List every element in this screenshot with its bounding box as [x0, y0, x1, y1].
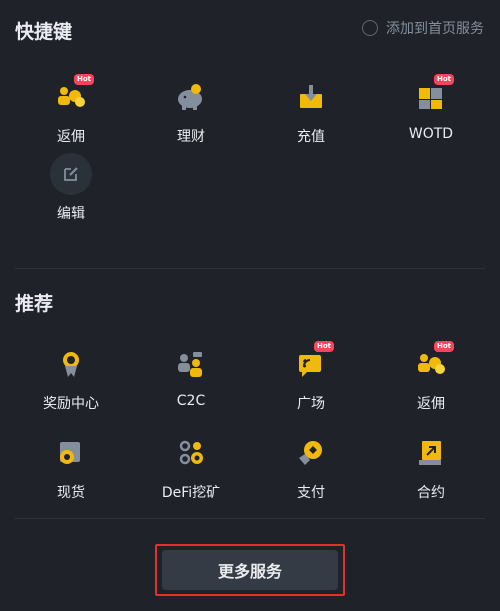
- section-divider: [15, 518, 485, 519]
- futures-icon: [410, 432, 452, 474]
- rebate-icon: Hot: [410, 341, 454, 385]
- spot-icon: [50, 432, 92, 474]
- recommended-rebate[interactable]: Hot 返佣: [376, 341, 486, 413]
- shortcut-wealth[interactable]: 理财: [136, 76, 246, 146]
- recommended-square[interactable]: Hot 广场: [256, 341, 366, 413]
- radio-icon[interactable]: [362, 20, 378, 36]
- shortcut-wotd[interactable]: Hot WOTD: [376, 74, 486, 142]
- section-divider: [15, 268, 485, 269]
- more-services-button[interactable]: 更多服务: [162, 550, 338, 590]
- reward-medal-icon: [50, 343, 92, 385]
- recommended-futures[interactable]: 合约: [376, 432, 486, 502]
- shortcut-label: WOTD: [408, 126, 454, 142]
- deposit-icon: [290, 76, 332, 118]
- wotd-icon: Hot: [410, 74, 454, 118]
- shortcut-label: 理财: [177, 129, 205, 145]
- defi-mining-icon: [170, 432, 212, 474]
- add-to-home-toggle[interactable]: 添加到首页服务: [362, 18, 484, 38]
- pay-icon: [290, 432, 332, 474]
- recommended-label: 合约: [417, 485, 445, 501]
- shortcut-rebate[interactable]: Hot 返佣: [16, 74, 126, 146]
- recommended-defi-mining[interactable]: DeFi挖矿: [136, 432, 246, 502]
- recommended-label: 支付: [297, 485, 325, 501]
- hot-badge: Hot: [73, 74, 94, 85]
- shortcut-deposit[interactable]: 充值: [256, 76, 366, 146]
- recommended-pay[interactable]: 支付: [256, 432, 366, 502]
- recommended-label: 返佣: [417, 396, 445, 412]
- recommended-label: DeFi挖矿: [161, 485, 221, 501]
- edit-icon: [50, 153, 92, 195]
- square-feed-icon: Hot: [290, 341, 334, 385]
- shortcut-label: 编辑: [57, 206, 85, 222]
- shortcut-edit[interactable]: 编辑: [16, 153, 126, 223]
- recommended-spot[interactable]: 现货: [16, 432, 126, 502]
- shortcuts-title: 快捷键: [15, 21, 73, 43]
- recommended-label: 现货: [57, 485, 85, 501]
- hot-badge: Hot: [313, 341, 334, 352]
- recommended-label: 广场: [297, 396, 325, 412]
- recommended-title: 推荐: [15, 293, 54, 315]
- rebate-icon: Hot: [50, 74, 94, 118]
- shortcut-label: 充值: [297, 129, 325, 145]
- more-services-highlight: 更多服务: [155, 544, 345, 596]
- add-to-home-label: 添加到首页服务: [386, 21, 484, 37]
- recommended-reward-center[interactable]: 奖励中心: [16, 343, 126, 413]
- piggy-bank-icon: [170, 76, 212, 118]
- hot-badge: Hot: [433, 74, 454, 85]
- c2c-icon: [170, 343, 212, 385]
- recommended-label: 奖励中心: [43, 396, 99, 412]
- shortcut-label: 返佣: [57, 129, 85, 145]
- recommended-label: C2C: [176, 393, 206, 409]
- recommended-c2c[interactable]: C2C: [136, 343, 246, 409]
- hot-badge: Hot: [433, 341, 454, 352]
